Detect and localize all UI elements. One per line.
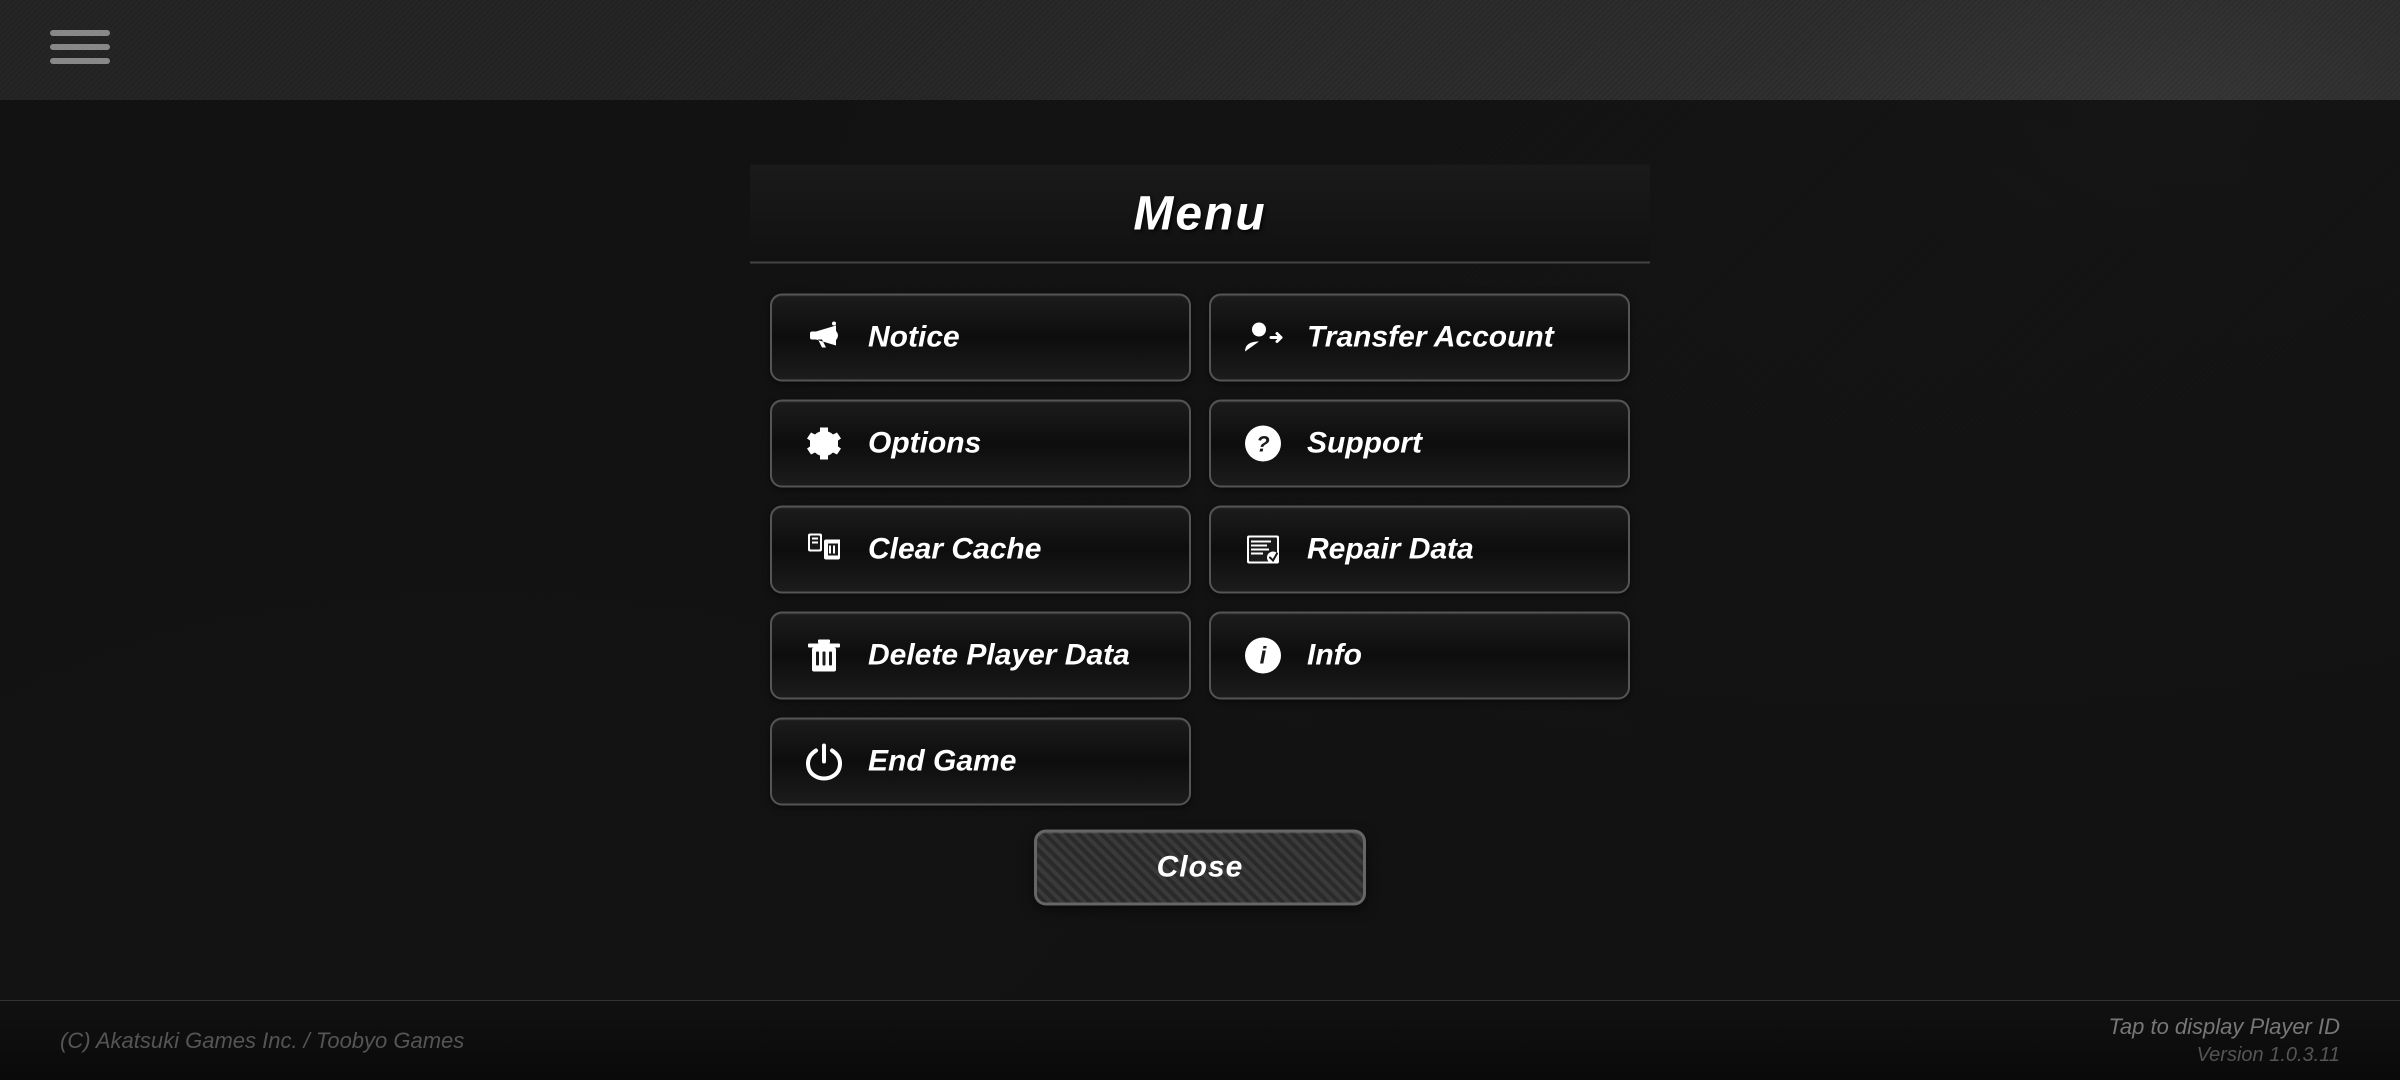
trash-icon: [800, 632, 848, 680]
hamburger-line-1: [50, 30, 110, 36]
power-icon: [800, 738, 848, 786]
options-button[interactable]: Options: [770, 400, 1191, 488]
gear-icon: [800, 420, 848, 468]
title-bar: Menu: [750, 165, 1650, 264]
hamburger-line-3: [50, 58, 110, 64]
transfer-account-button[interactable]: Transfer Account: [1209, 294, 1630, 382]
bottom-bar: (C) Akatsuki Games Inc. / Toobyo Games T…: [0, 1000, 2400, 1080]
version-text: Version 1.0.3.11: [2197, 1044, 2340, 1067]
support-button[interactable]: ? Support: [1209, 400, 1630, 488]
clear-cache-icon: [800, 526, 848, 574]
bottom-right-group: Tap to display Player ID Version 1.0.3.1…: [2108, 1014, 2340, 1067]
buttons-grid: Notice Options: [750, 294, 1650, 806]
repair-icon: [1239, 526, 1287, 574]
info-button[interactable]: i Info: [1209, 612, 1630, 700]
menu-dialog: Menu Notice: [750, 165, 1650, 916]
close-button[interactable]: Close: [1034, 830, 1367, 906]
left-column: Notice Options: [770, 294, 1191, 806]
copyright-text: (C) Akatsuki Games Inc. / Toobyo Games: [60, 1028, 464, 1054]
hamburger-menu[interactable]: [50, 30, 110, 64]
options-label: Options: [868, 427, 981, 461]
support-label: Support: [1307, 427, 1422, 461]
right-column: Transfer Account ? Support: [1209, 294, 1630, 806]
end-game-label: End Game: [868, 745, 1016, 779]
end-game-button[interactable]: End Game: [770, 718, 1191, 806]
transfer-icon: [1239, 314, 1287, 362]
menu-title: Menu: [750, 187, 1650, 242]
delete-player-data-button[interactable]: Delete Player Data: [770, 612, 1191, 700]
svg-text:?: ?: [1256, 432, 1269, 457]
hamburger-line-2: [50, 44, 110, 50]
close-label: Close: [1157, 851, 1244, 884]
delete-player-data-label: Delete Player Data: [868, 639, 1130, 673]
tap-player-id[interactable]: Tap to display Player ID: [2108, 1014, 2340, 1040]
repair-data-button[interactable]: Repair Data: [1209, 506, 1630, 594]
notice-button[interactable]: Notice: [770, 294, 1191, 382]
notice-label: Notice: [868, 321, 960, 355]
question-icon: ?: [1239, 420, 1287, 468]
clear-cache-label: Clear Cache: [868, 533, 1041, 567]
clear-cache-button[interactable]: Clear Cache: [770, 506, 1191, 594]
close-row: Close: [750, 830, 1650, 916]
megaphone-icon: [800, 314, 848, 362]
info-icon: i: [1239, 632, 1287, 680]
info-label: Info: [1307, 639, 1362, 673]
repair-data-label: Repair Data: [1307, 533, 1474, 567]
transfer-account-label: Transfer Account: [1307, 321, 1554, 355]
